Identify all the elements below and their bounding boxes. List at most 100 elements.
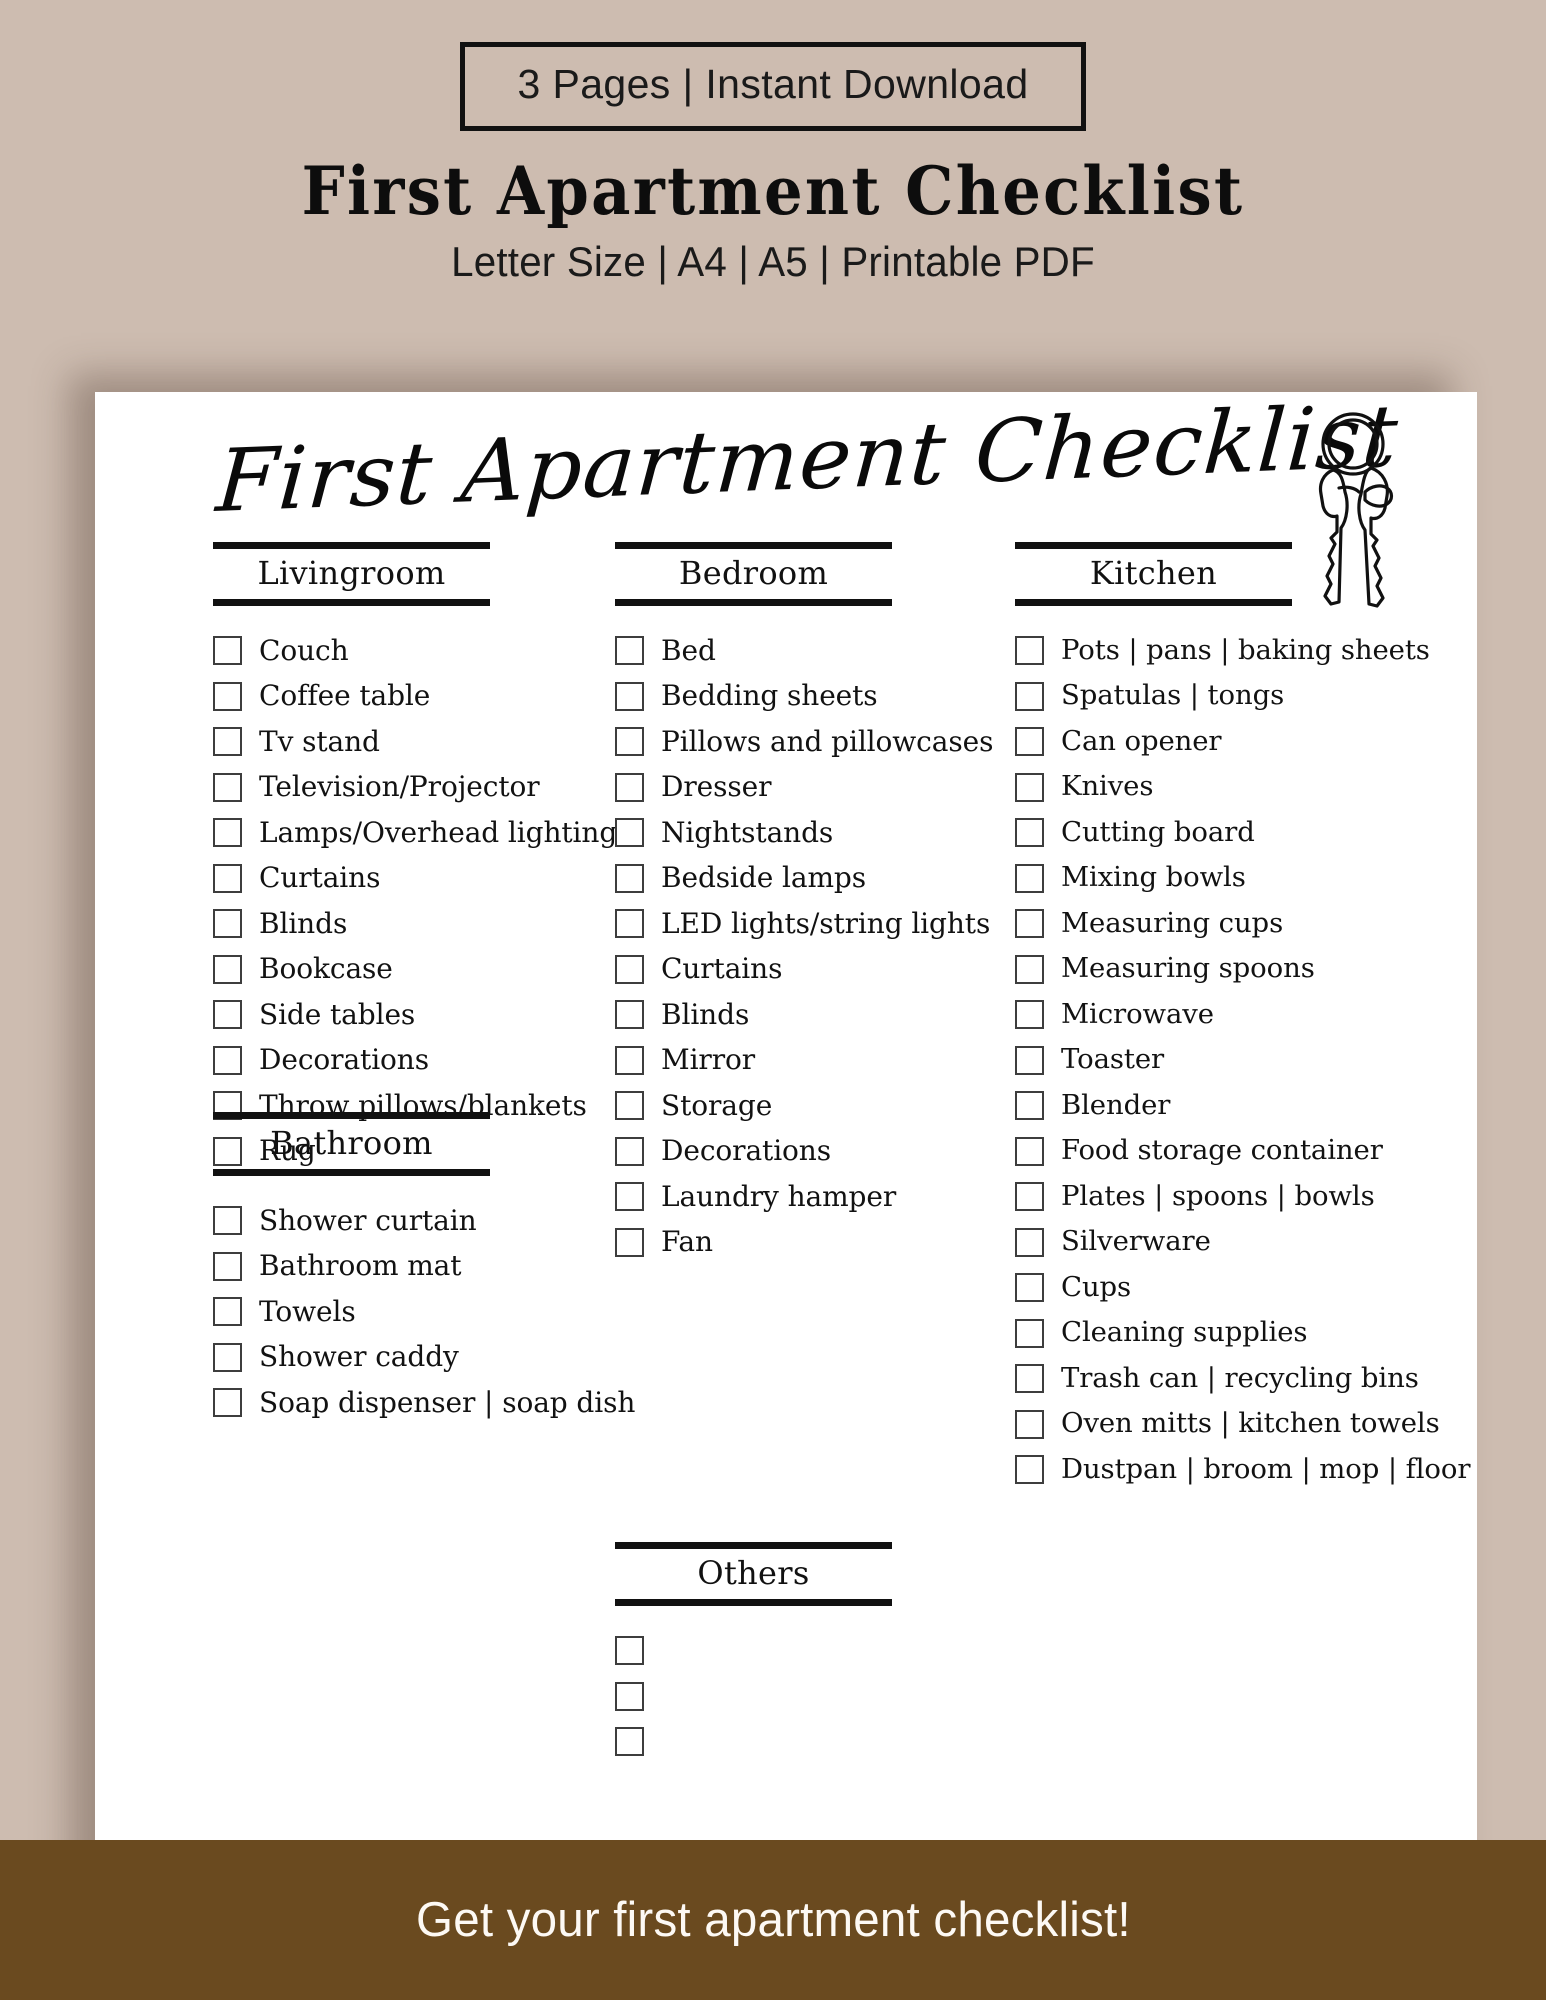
checkbox-icon[interactable]	[1015, 1091, 1044, 1121]
checklist-item[interactable]: Food storage container	[1015, 1128, 1415, 1174]
checklist-item[interactable]: Mixing bowls	[1015, 855, 1415, 901]
checklist-item[interactable]: Microwave	[1015, 992, 1415, 1038]
checklist-item[interactable]: Pots | pans | baking sheets	[1015, 628, 1430, 674]
checklist-item[interactable]: Trash can | recycling bins	[1015, 1356, 1419, 1402]
checkbox-icon[interactable]	[1015, 818, 1044, 848]
checklist-item[interactable]: Fan	[615, 1219, 995, 1265]
checkbox-icon[interactable]	[1015, 1227, 1044, 1257]
checklist-item[interactable]: Couch	[213, 628, 593, 674]
checkbox-icon[interactable]	[213, 818, 242, 848]
checkbox-icon[interactable]	[1015, 1045, 1044, 1075]
checklist-item[interactable]: Decorations	[213, 1037, 593, 1083]
checkbox-icon[interactable]	[1015, 772, 1044, 802]
checklist-item[interactable]: Television/Projector	[213, 764, 593, 810]
checkbox-icon[interactable]	[615, 1091, 644, 1121]
checkbox-icon[interactable]	[213, 863, 242, 893]
checkbox-icon[interactable]	[615, 1045, 644, 1075]
checklist-item[interactable]	[615, 1719, 995, 1765]
checklist-item[interactable]: Coffee table	[213, 673, 593, 719]
checkbox-icon[interactable]	[1015, 1000, 1044, 1030]
checklist-item[interactable]: Bathroom mat	[213, 1243, 593, 1289]
checkbox-icon[interactable]	[615, 727, 644, 757]
checklist-item[interactable]: Oven mitts | kitchen towels	[1015, 1401, 1440, 1447]
checklist-item[interactable]: LED lights/string lights	[615, 901, 995, 947]
checklist-item[interactable]: Spatulas | tongs	[1015, 673, 1415, 719]
checkbox-icon[interactable]	[1015, 1136, 1044, 1166]
checklist-item[interactable]	[615, 1673, 995, 1719]
checklist-item[interactable]: Blender	[1015, 1083, 1415, 1129]
checkbox-icon[interactable]	[213, 772, 242, 802]
checklist-item[interactable]	[615, 1628, 995, 1674]
checkbox-icon[interactable]	[213, 954, 242, 984]
checklist-item[interactable]: Nightstands	[615, 810, 995, 856]
checklist-item[interactable]: Shower curtain	[213, 1198, 593, 1244]
checklist-item[interactable]: Side tables	[213, 992, 593, 1038]
checklist-item[interactable]: Curtains	[213, 855, 593, 901]
checkbox-icon[interactable]	[615, 1727, 644, 1757]
checklist-item[interactable]: Dresser	[615, 764, 995, 810]
checkbox-icon[interactable]	[1015, 954, 1044, 984]
checklist-item[interactable]: Toaster	[1015, 1037, 1415, 1083]
checklist-item[interactable]: Plates | spoons | bowls	[1015, 1174, 1415, 1220]
checkbox-icon[interactable]	[615, 1136, 644, 1166]
checkbox-icon[interactable]	[615, 1681, 644, 1711]
checkbox-icon[interactable]	[615, 1227, 644, 1257]
checkbox-icon[interactable]	[615, 636, 644, 666]
checklist-item[interactable]: Decorations	[615, 1128, 995, 1174]
checklist-item[interactable]: Blinds	[213, 901, 593, 947]
checkbox-icon[interactable]	[213, 1388, 242, 1418]
checkbox-icon[interactable]	[1015, 1409, 1044, 1439]
checklist-item[interactable]: Lamps/Overhead lighting	[213, 810, 617, 856]
checkbox-icon[interactable]	[213, 1206, 242, 1236]
checkbox-icon[interactable]	[615, 818, 644, 848]
checklist-item[interactable]: Blinds	[615, 992, 995, 1038]
checklist-item[interactable]: Soap dispenser | soap dish	[213, 1380, 635, 1426]
checkbox-icon[interactable]	[213, 727, 242, 757]
checkbox-icon[interactable]	[615, 772, 644, 802]
checkbox-icon[interactable]	[1015, 636, 1044, 666]
checklist-item[interactable]: Silverware	[1015, 1219, 1415, 1265]
checkbox-icon[interactable]	[1015, 1318, 1044, 1348]
checkbox-icon[interactable]	[1015, 909, 1044, 939]
checkbox-icon[interactable]	[213, 636, 242, 666]
checklist-item[interactable]: Dustpan | broom | mop | floor cleaner	[1015, 1447, 1477, 1493]
checkbox-icon[interactable]	[1015, 863, 1044, 893]
checkbox-icon[interactable]	[213, 1045, 242, 1075]
checklist-item[interactable]: Can opener	[1015, 719, 1415, 765]
checkbox-icon[interactable]	[1015, 1273, 1044, 1303]
checklist-item[interactable]: Towels	[213, 1289, 593, 1335]
checkbox-icon[interactable]	[615, 909, 644, 939]
checkbox-icon[interactable]	[1015, 1455, 1044, 1485]
checklist-item[interactable]: Knives	[1015, 764, 1415, 810]
checkbox-icon[interactable]	[213, 1251, 242, 1281]
checkbox-icon[interactable]	[213, 1297, 242, 1327]
checkbox-icon[interactable]	[1015, 1182, 1044, 1212]
checklist-item[interactable]: Curtains	[615, 946, 995, 992]
checklist-item[interactable]: Laundry hamper	[615, 1174, 995, 1220]
checkbox-icon[interactable]	[213, 681, 242, 711]
checklist-item[interactable]: Bookcase	[213, 946, 593, 992]
checklist-item[interactable]: Cutting board	[1015, 810, 1415, 856]
checklist-item[interactable]: Bedside lamps	[615, 855, 995, 901]
checklist-item[interactable]: Cups	[1015, 1265, 1415, 1311]
checklist-item[interactable]: Bed	[615, 628, 995, 674]
checkbox-icon[interactable]	[213, 909, 242, 939]
checkbox-icon[interactable]	[1015, 727, 1044, 757]
checkbox-icon[interactable]	[1015, 1364, 1044, 1394]
checkbox-icon[interactable]	[615, 954, 644, 984]
checkbox-icon[interactable]	[1015, 681, 1044, 711]
checkbox-icon[interactable]	[615, 863, 644, 893]
checkbox-icon[interactable]	[615, 1000, 644, 1030]
checkbox-icon[interactable]	[615, 1636, 644, 1666]
checklist-item[interactable]: Shower caddy	[213, 1334, 593, 1380]
checkbox-icon[interactable]	[615, 1182, 644, 1212]
checklist-item[interactable]: Measuring cups	[1015, 901, 1415, 947]
checklist-item[interactable]: Tv stand	[213, 719, 593, 765]
checklist-item[interactable]: Mirror	[615, 1037, 995, 1083]
checkbox-icon[interactable]	[213, 1342, 242, 1372]
checklist-item[interactable]: Pillows and pillowcases	[615, 719, 995, 765]
checklist-item[interactable]: Bedding sheets	[615, 673, 995, 719]
checkbox-icon[interactable]	[213, 1000, 242, 1030]
checklist-item[interactable]: Storage	[615, 1083, 995, 1129]
checklist-item[interactable]: Cleaning supplies	[1015, 1310, 1415, 1356]
